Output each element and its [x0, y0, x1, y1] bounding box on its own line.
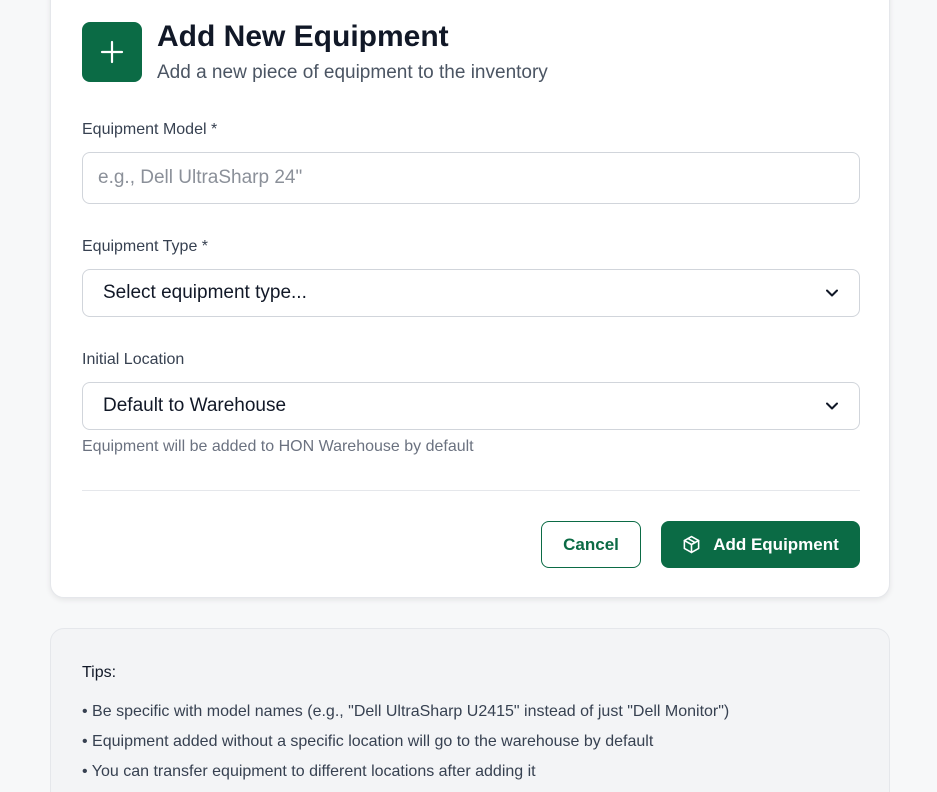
- divider: [82, 490, 860, 491]
- add-equipment-button[interactable]: Add Equipment: [661, 521, 860, 568]
- initial-location-label: Initial Location: [82, 351, 185, 368]
- equipment-type-label: Equipment Type *: [82, 238, 209, 255]
- equipment-model-label: Equipment Model *: [82, 121, 218, 138]
- tips-title: Tips:: [82, 664, 117, 681]
- tips-panel: Tips: Be specific with model names (e.g.…: [50, 628, 890, 792]
- cancel-button-label: Cancel: [563, 534, 619, 554]
- initial-location-selected: Default to Warehouse: [103, 395, 287, 416]
- chevron-down-icon: [825, 399, 839, 413]
- add-equipment-card: Add New Equipment Add a new piece of equ…: [50, 0, 890, 598]
- page-subtitle: Add a new piece of equipment to the inve…: [157, 62, 548, 83]
- equipment-model-input[interactable]: [82, 152, 860, 204]
- tip-item: You can transfer equipment to different …: [82, 757, 729, 787]
- location-hint: Equipment will be added to HON Warehouse…: [82, 438, 474, 455]
- box-icon: [682, 535, 701, 554]
- add-equipment-button-label: Add Equipment: [713, 534, 839, 554]
- cancel-button[interactable]: Cancel: [541, 521, 641, 568]
- tip-item: Be specific with model names (e.g., "Del…: [82, 697, 729, 727]
- tips-list: Be specific with model names (e.g., "Del…: [82, 697, 730, 787]
- initial-location-select[interactable]: Default to Warehouse: [82, 382, 860, 430]
- tip-item: Equipment added without a specific locat…: [82, 727, 729, 757]
- equipment-type-select[interactable]: Select equipment type...: [82, 269, 860, 317]
- page-title: Add New Equipment: [157, 20, 449, 53]
- chevron-down-icon: [825, 286, 839, 300]
- plus-icon: [82, 22, 142, 82]
- equipment-type-selected: Select equipment type...: [103, 282, 307, 303]
